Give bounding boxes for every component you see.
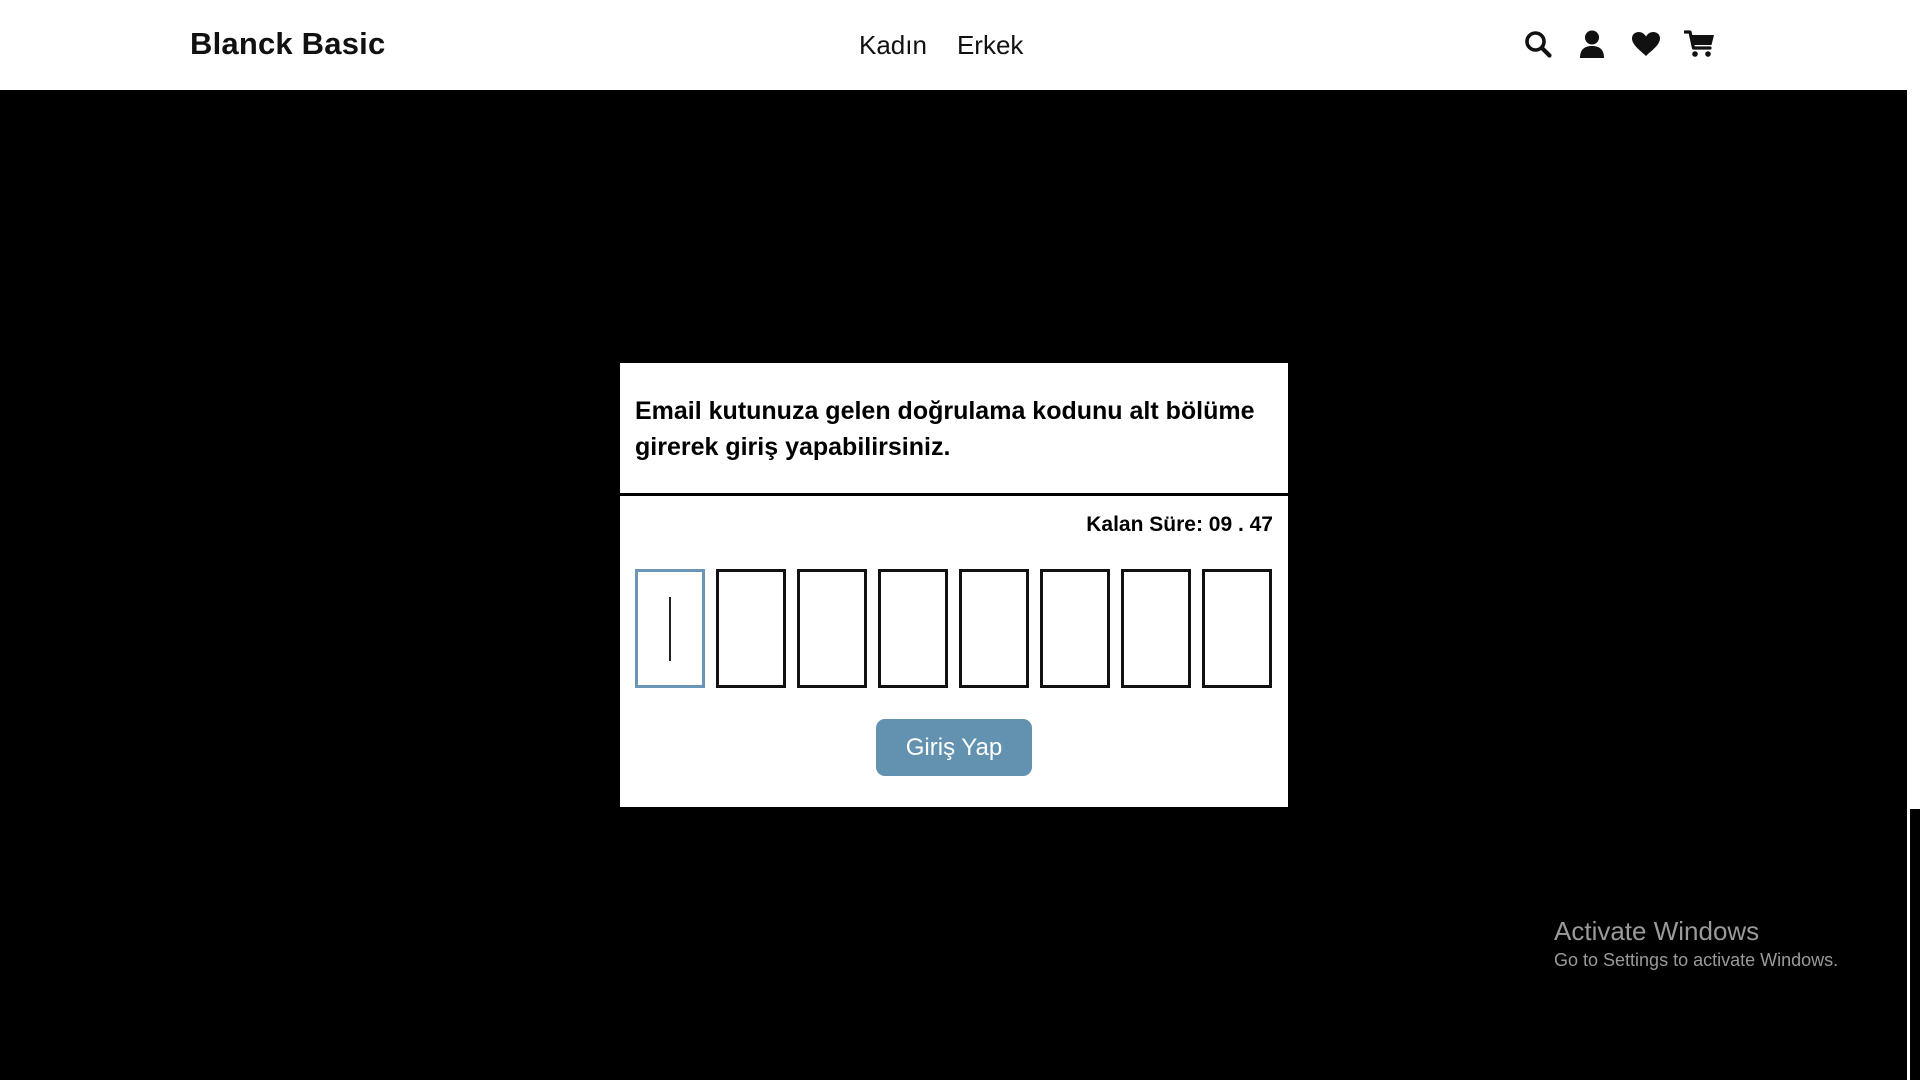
scrollbar-track-upper [1907,0,1920,809]
code-digit-input[interactable] [635,569,705,688]
code-digit-input[interactable] [959,569,1029,688]
windows-activation-watermark: Activate Windows Go to Settings to activ… [1554,914,1838,972]
code-digit-input[interactable] [1202,569,1272,688]
code-digit-input[interactable] [1040,569,1110,688]
main-nav: Kadın Erkek [859,30,1023,61]
heart-icon[interactable] [1630,28,1662,60]
verification-modal: Email kutunuza gelen doğrulama kodunu al… [620,363,1288,807]
header-icons [1522,28,1716,60]
text-caret [669,597,671,661]
scrollbar-track[interactable] [1907,0,1920,1080]
cart-icon[interactable] [1684,28,1716,60]
user-icon[interactable] [1576,28,1608,60]
countdown-timer: Kalan Süre: 09 . 47 [1086,513,1273,536]
search-icon[interactable] [1522,28,1554,60]
verification-message: Email kutunuza gelen doğrulama kodunu al… [635,397,1255,461]
code-digit-input[interactable] [716,569,786,688]
code-digit-input[interactable] [797,569,867,688]
site-header: Blanck Basic Kadın Erkek [0,0,1907,90]
modal-header: Email kutunuza gelen doğrulama kodunu al… [620,363,1288,496]
watermark-title: Activate Windows [1554,916,1760,946]
code-input-row [635,569,1272,688]
page: Blanck Basic Kadın Erkek Email kutunuza … [0,0,1920,1080]
watermark-subtitle: Go to Settings to activate Windows. [1554,950,1839,970]
nav-link-erkek[interactable]: Erkek [957,30,1023,61]
nav-link-kadin[interactable]: Kadın [859,30,927,61]
code-digit-input[interactable] [1121,569,1191,688]
login-button[interactable]: Giriş Yap [876,719,1032,776]
scrollbar-track-lower [1907,809,1910,1080]
code-digit-input[interactable] [878,569,948,688]
brand-logo[interactable]: Blanck Basic [190,26,385,62]
